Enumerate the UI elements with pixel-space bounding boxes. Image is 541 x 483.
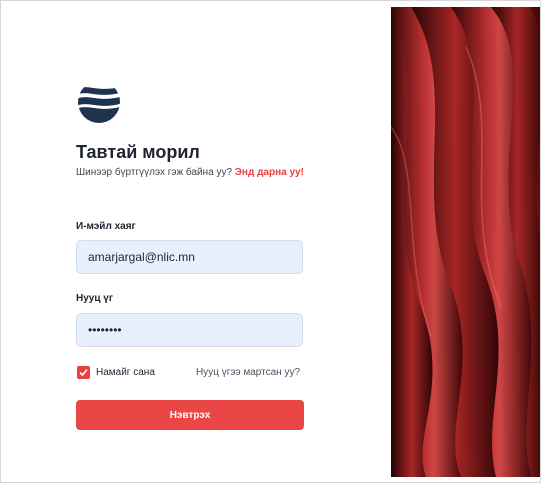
email-input[interactable] bbox=[76, 240, 303, 274]
password-label: Нууц үг bbox=[76, 293, 113, 304]
page-title: Тавтай морил bbox=[76, 142, 200, 162]
waves-logo-icon bbox=[78, 81, 120, 123]
checkmark-icon bbox=[79, 368, 88, 377]
email-label: И-мэйл хаяг bbox=[76, 221, 136, 232]
login-button[interactable]: Нэвтрэх bbox=[76, 400, 304, 430]
register-prompt-text: Шинээр бүртгүүлэх гэж байна уу? bbox=[76, 167, 233, 178]
register-prompt: Шинээр бүртгүүлэх гэж байна уу? Энд дарн… bbox=[76, 167, 304, 178]
register-link[interactable]: Энд дарна уу! bbox=[235, 167, 304, 178]
decorative-image bbox=[391, 7, 540, 477]
red-fabric-art bbox=[391, 7, 540, 477]
forgot-password-link[interactable]: Нууц үгээ мартсан уу? bbox=[196, 367, 300, 378]
remember-checkbox[interactable] bbox=[77, 366, 90, 379]
remember-label[interactable]: Намайг сана bbox=[96, 367, 155, 378]
password-input[interactable] bbox=[76, 313, 303, 347]
